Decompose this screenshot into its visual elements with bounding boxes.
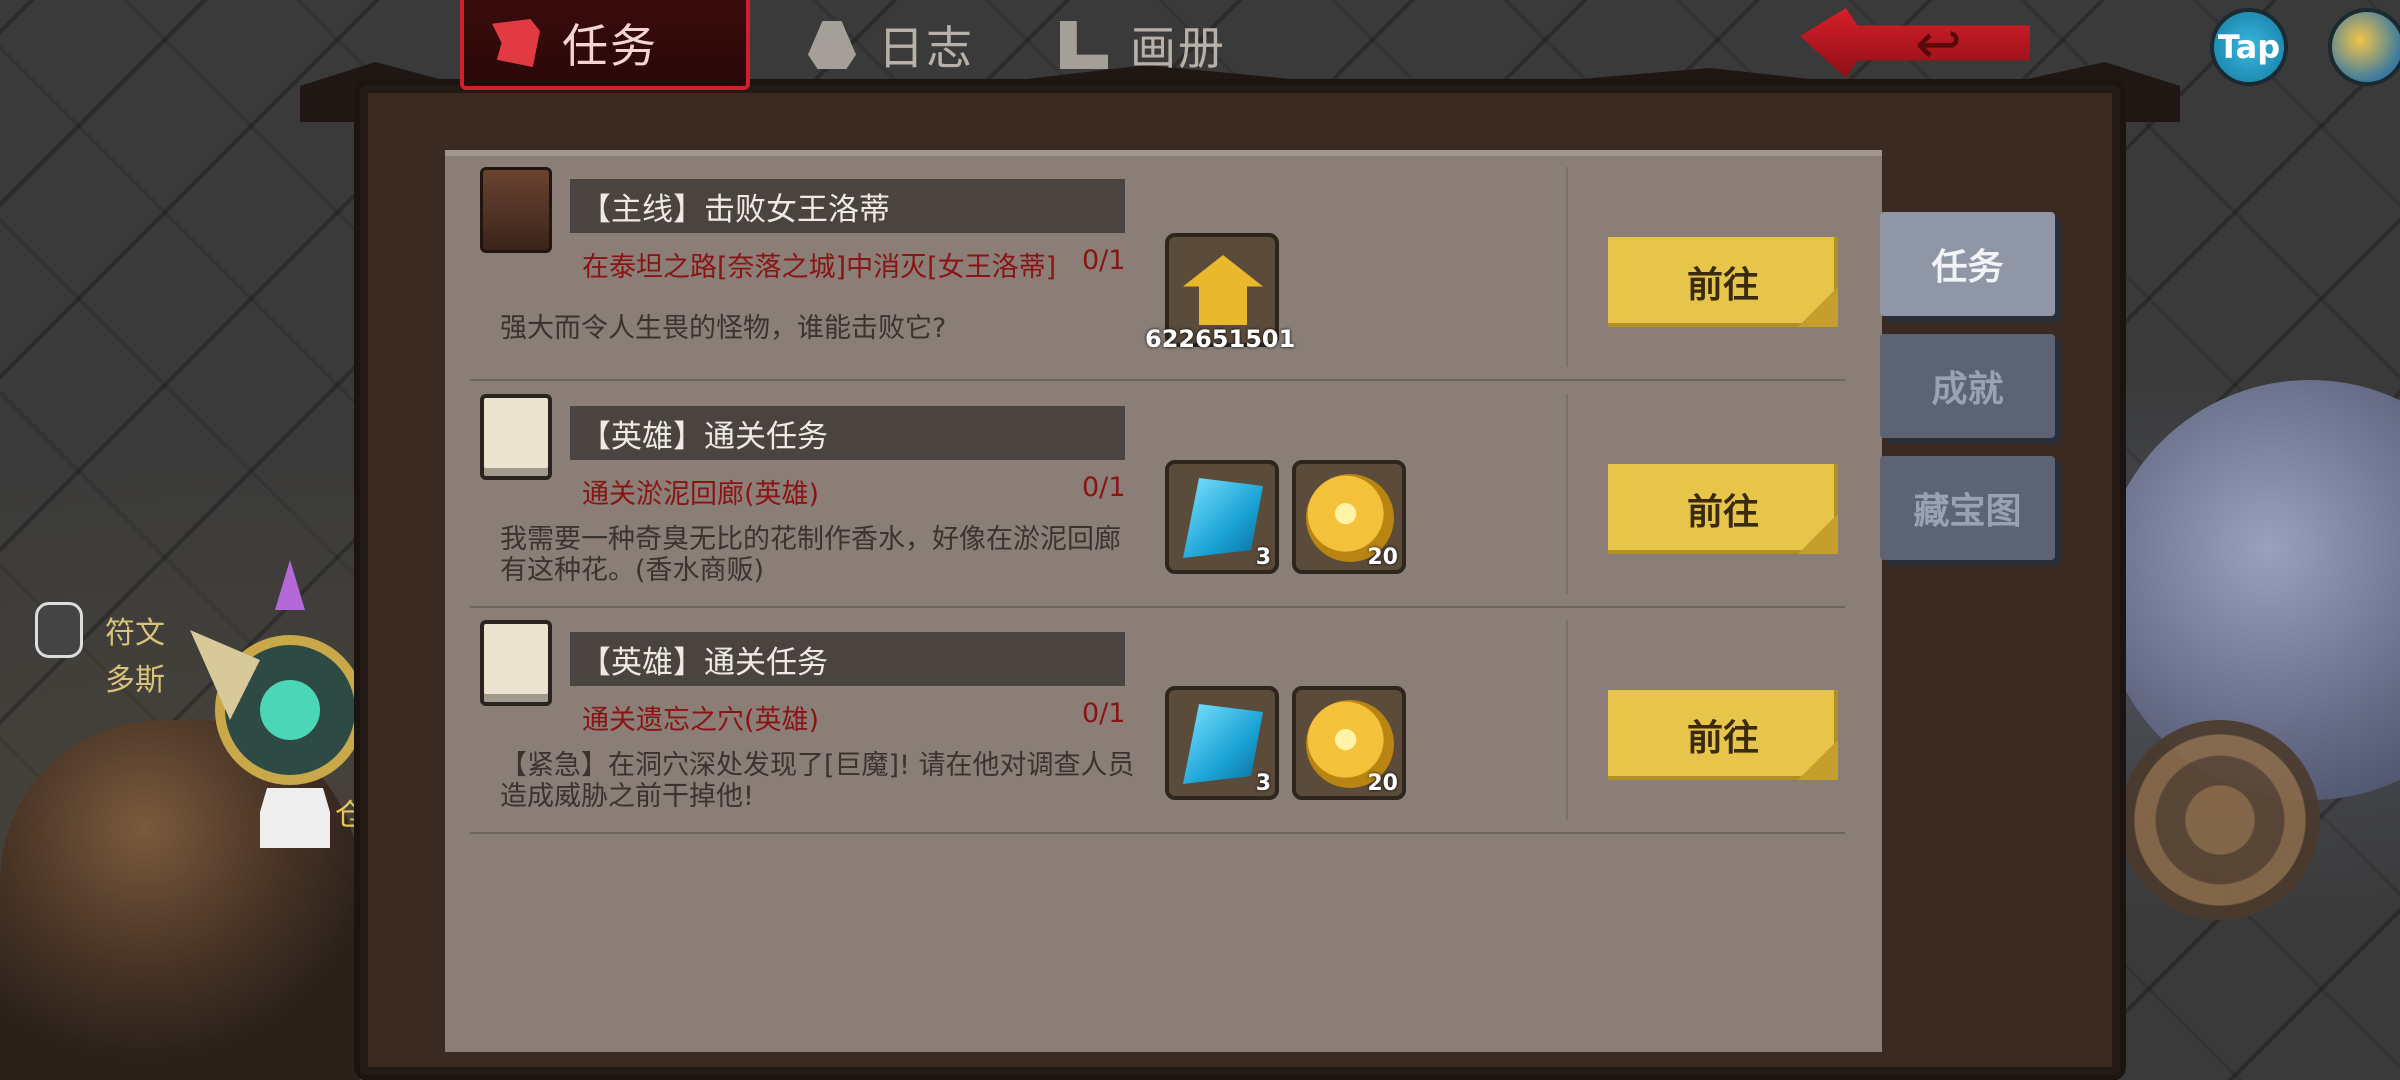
side-tab-treasure-map[interactable]: 藏宝图 bbox=[1880, 456, 2055, 560]
tab-quests-label: 任务 bbox=[562, 19, 658, 73]
side-tab-achievements[interactable]: 成就 bbox=[1880, 334, 2055, 438]
top-tab-bar: 任务 日志 画册 bbox=[460, 0, 1254, 90]
reward-slot[interactable]: 622651501 bbox=[1145, 233, 1295, 353]
quest-item: 【主线】击败女王洛蒂 在泰坦之路[奈落之城]中消灭[女王洛蒂] 0/1 强大而令… bbox=[470, 155, 1845, 381]
reward-count: 3 bbox=[1255, 771, 1271, 796]
divider bbox=[1566, 620, 1568, 820]
rank-icon bbox=[1183, 255, 1263, 325]
rune-label: 符文 bbox=[105, 616, 165, 651]
go-button[interactable]: 前往 bbox=[1608, 464, 1838, 554]
tab-album[interactable]: 画册 bbox=[1032, 0, 1254, 90]
hero-name-label: 多斯 bbox=[105, 663, 165, 698]
quest-title: 【英雄】通关任务 bbox=[570, 406, 1125, 460]
quest-description: 强大而令人生畏的怪物，谁能击败它? bbox=[500, 313, 947, 344]
quest-item: 【英雄】通关任务 通关遗忘之穴(英雄) 0/1 【紧急】在洞穴深处发现了[巨魔]… bbox=[470, 608, 1845, 834]
album-icon bbox=[1060, 21, 1108, 69]
reward-count: 622651501 bbox=[1145, 325, 1296, 353]
reward-count: 3 bbox=[1255, 545, 1271, 570]
quest-progress: 0/1 bbox=[1082, 698, 1126, 729]
quest-title: 【主线】击败女王洛蒂 bbox=[570, 179, 1125, 233]
quest-objective: 在泰坦之路[奈落之城]中消灭[女王洛蒂] bbox=[582, 252, 1057, 283]
go-button[interactable]: 前往 bbox=[1608, 237, 1838, 327]
player-avatar[interactable] bbox=[2328, 8, 2400, 86]
quest-description: 我需要一种奇臭无比的花制作香水，好像在淤泥回廊有这种花。(香水商贩) bbox=[500, 524, 1121, 586]
book-icon bbox=[480, 167, 552, 253]
tab-album-label: 画册 bbox=[1130, 21, 1226, 75]
storage-icon[interactable] bbox=[260, 788, 330, 848]
reward-count: 20 bbox=[1367, 545, 1398, 570]
taptap-button[interactable]: Tap bbox=[2210, 8, 2288, 86]
side-tab-list: 任务 成就 藏宝图 bbox=[1880, 212, 2055, 560]
tab-log[interactable]: 日志 bbox=[780, 0, 1002, 90]
divider bbox=[1566, 167, 1568, 367]
gear-decoration bbox=[2120, 720, 2320, 920]
hero-area: 符文 多斯 仓 bbox=[0, 520, 370, 1080]
quest-progress: 0/1 bbox=[1082, 472, 1126, 503]
quest-objective: 通关淤泥回廊(英雄) bbox=[582, 479, 820, 510]
rune-icon[interactable] bbox=[35, 602, 83, 658]
tab-quests[interactable]: 任务 bbox=[460, 0, 750, 90]
crystal-totem[interactable] bbox=[170, 560, 370, 820]
reward-slot[interactable]: 20 bbox=[1292, 686, 1406, 800]
tab-log-label: 日志 bbox=[878, 21, 974, 75]
reward-count: 20 bbox=[1367, 771, 1398, 796]
gem-icon bbox=[1183, 704, 1263, 784]
quest-progress: 0/1 bbox=[1082, 245, 1126, 276]
calendar-icon bbox=[480, 394, 552, 480]
bell-icon bbox=[808, 21, 856, 69]
reward-slot[interactable]: 3 bbox=[1165, 460, 1279, 574]
back-arrow-icon: ↩ bbox=[1915, 12, 1962, 77]
gem-icon bbox=[1183, 478, 1263, 558]
quest-description: 【紧急】在洞穴深处发现了[巨魔]! 请在他对调查人员造成威胁之前干掉他! bbox=[500, 750, 1135, 812]
scroll-icon bbox=[492, 19, 540, 67]
calendar-icon bbox=[480, 620, 552, 706]
side-tab-quests[interactable]: 任务 bbox=[1880, 212, 2055, 316]
go-button[interactable]: 前往 bbox=[1608, 690, 1838, 780]
quest-title: 【英雄】通关任务 bbox=[570, 632, 1125, 686]
reward-slot[interactable]: 20 bbox=[1292, 460, 1406, 574]
quest-item: 【英雄】通关任务 通关淤泥回廊(英雄) 0/1 我需要一种奇臭无比的花制作香水，… bbox=[470, 382, 1845, 608]
reward-slot[interactable]: 3 bbox=[1165, 686, 1279, 800]
quest-objective: 通关遗忘之穴(英雄) bbox=[582, 705, 820, 736]
divider bbox=[1566, 394, 1568, 594]
